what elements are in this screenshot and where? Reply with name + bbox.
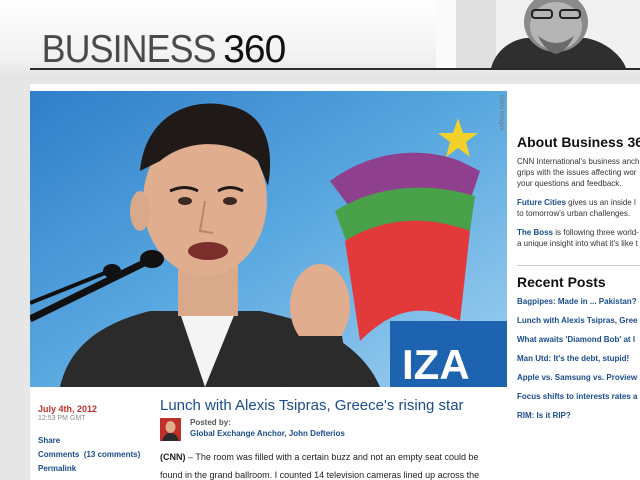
author-avatar <box>160 418 181 441</box>
the-boss-text-2: a unique insight into what it's like t <box>517 239 638 248</box>
article-body: (CNN) – The room was filled with a certa… <box>160 448 500 480</box>
hero-photo: IZA <box>30 91 507 387</box>
comments-link[interactable]: Comments (13 comments) <box>38 448 158 462</box>
about-line-1: CNN International's business anch <box>517 157 640 166</box>
about-title: About Business 360 <box>517 134 640 150</box>
logo-word: BUSINESS <box>41 28 217 71</box>
site-logo[interactable]: BUSINESS 360 <box>34 28 287 71</box>
article-meta: July 4th, 2012 12:53 PM GMT Share Commen… <box>38 404 158 476</box>
share-link[interactable]: Share <box>38 434 158 448</box>
logo-number: 360 <box>223 28 286 71</box>
future-cities-text-2: to tomorrow's urban challenges. <box>517 209 631 218</box>
anchor-avatar <box>436 0 640 68</box>
photo-credit: Getty Images <box>498 95 504 131</box>
recent-post-item[interactable]: RIM: Is it RIP? <box>517 410 640 429</box>
anchor-avatar-image <box>436 0 640 68</box>
article-headline[interactable]: Lunch with Alexis Tsipras, Greece's risi… <box>160 397 464 414</box>
svg-text:IZA: IZA <box>402 341 470 387</box>
content-card: IZA Getty Images About Business 360 CNN … <box>30 84 640 480</box>
recent-post-item[interactable]: Bagpipes: Made in ... Pakistan? <box>517 296 640 315</box>
recent-posts-title: Recent Posts <box>517 274 606 290</box>
sidebar-divider <box>517 265 640 266</box>
about-line-2: grips with the issues affecting wor <box>517 168 637 177</box>
recent-post-item[interactable]: Focus shifts to interests rates a <box>517 391 640 410</box>
the-boss-link[interactable]: The Boss <box>517 228 553 237</box>
recent-post-item[interactable]: What awaits 'Diamond Bob' at l <box>517 334 640 353</box>
header-rule <box>30 68 640 70</box>
recent-posts-list: Bagpipes: Made in ... Pakistan? Lunch wi… <box>517 296 640 429</box>
article-lead: (CNN) <box>160 452 186 462</box>
future-cities-text: gives us an inside l <box>565 198 636 207</box>
permalink-link[interactable]: Permalink <box>38 462 158 476</box>
article-actions: Share Comments (13 comments) Permalink <box>38 434 158 476</box>
about-line-3: your questions and feedback. <box>517 179 622 188</box>
article-body-line-1: – The room was filled with a certain buz… <box>185 452 479 462</box>
comments-count: (13 comments) <box>83 450 141 459</box>
post-time: 12:53 PM GMT <box>38 415 86 422</box>
hero-image[interactable]: IZA Getty Images <box>30 91 507 387</box>
future-cities-link[interactable]: Future Cities <box>517 198 566 207</box>
post-date: July 4th, 2012 <box>38 404 98 414</box>
comments-label: Comments <box>38 450 80 459</box>
posted-by-label: Posted by: <box>190 418 231 427</box>
article-body-line-2: found in the grand ballroom. I counted 1… <box>160 470 480 480</box>
recent-post-item[interactable]: Apple vs. Samsung vs. Proview <box>517 372 640 391</box>
sidebar: About Business 360 CNN International's b… <box>517 134 640 429</box>
author-avatar-image <box>160 418 181 441</box>
recent-post-item[interactable]: Lunch with Alexis Tsipras, Gree <box>517 315 640 334</box>
author-name[interactable]: Global Exchange Anchor, John Defterios <box>190 429 345 438</box>
the-boss-text: is following three world- <box>553 228 639 237</box>
site-header: BUSINESS 360 <box>0 0 640 80</box>
about-text: CNN International's business anch grips … <box>517 156 640 249</box>
recent-post-item[interactable]: Man Utd: It's the debt, stupid! <box>517 353 640 372</box>
